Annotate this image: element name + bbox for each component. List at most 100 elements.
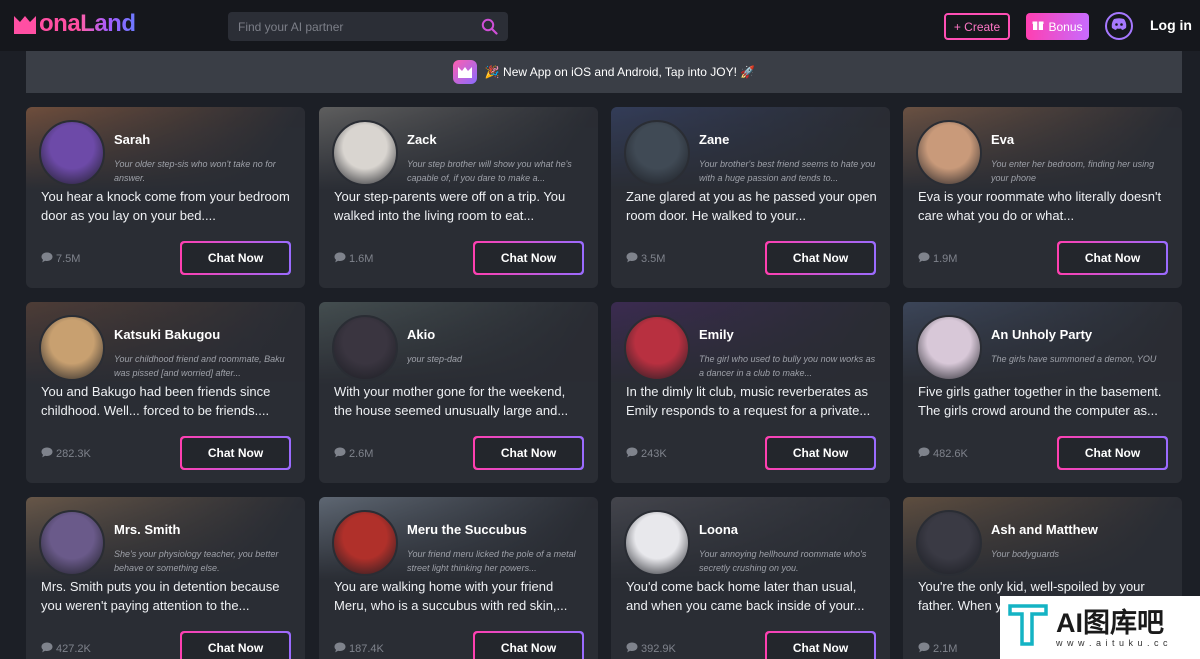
logo-cat-icon <box>12 12 38 36</box>
chat-count: 187.4K <box>334 642 384 656</box>
character-tagline: Your annoying hellhound roommate who's s… <box>699 549 867 573</box>
chat-bubble-icon <box>41 252 53 266</box>
character-card[interactable]: Emily The girl who used to bully you now… <box>611 302 890 483</box>
character-avatar[interactable] <box>916 315 982 381</box>
character-avatar[interactable] <box>39 315 105 381</box>
chat-now-button[interactable]: Chat Now <box>180 631 291 659</box>
chat-now-label: Chat Now <box>1059 438 1166 468</box>
search-input[interactable] <box>228 19 468 34</box>
chat-now-button[interactable]: Chat Now <box>1057 241 1168 275</box>
bonus-button[interactable]: Bonus <box>1026 13 1089 40</box>
character-description: Eva is your roommate who literally doesn… <box>918 189 1162 223</box>
character-name[interactable]: Ash and Matthew <box>991 522 1098 537</box>
character-description: Mrs. Smith puts you in detention because… <box>41 579 280 613</box>
chat-now-button[interactable]: Chat Now <box>765 436 876 470</box>
create-button[interactable]: + Create <box>944 13 1010 40</box>
character-card[interactable]: Meru the Succubus Your friend meru licke… <box>319 497 598 659</box>
character-avatar[interactable] <box>916 120 982 186</box>
chat-count: 392.9K <box>626 642 676 656</box>
chat-count-value: 482.6K <box>933 448 968 460</box>
character-card[interactable]: An Unholy Party The girls have summoned … <box>903 302 1182 483</box>
character-tagline: your step-dad <box>407 354 463 364</box>
character-description: You'd come back home later than usual, a… <box>626 579 865 613</box>
character-name[interactable]: Meru the Succubus <box>407 522 527 537</box>
chat-now-button[interactable]: Chat Now <box>765 631 876 659</box>
character-description: Your step-parents were off on a trip. Yo… <box>334 189 566 223</box>
bonus-label: Bonus <box>1048 19 1083 34</box>
character-name[interactable]: Emily <box>699 327 734 342</box>
character-card[interactable]: Sarah Your older step-sis who won't take… <box>26 107 305 288</box>
character-card[interactable]: Zane Your brother's best friend seems to… <box>611 107 890 288</box>
chat-bubble-icon <box>41 447 53 461</box>
chat-bubble-icon <box>626 252 638 266</box>
chat-bubble-icon <box>334 252 346 266</box>
character-card[interactable]: Akio your step-dad With your mother gone… <box>319 302 598 483</box>
character-tagline: She's your physiology teacher, you bette… <box>114 549 279 573</box>
top-bar: onaLand + Create Bonus Log in <box>0 0 1200 51</box>
app-promo-banner[interactable]: 🎉 New App on iOS and Android, Tap into J… <box>26 51 1182 93</box>
character-avatar[interactable] <box>624 120 690 186</box>
character-card[interactable]: Eva You enter her bedroom, finding her u… <box>903 107 1182 288</box>
chat-now-label: Chat Now <box>1059 243 1166 273</box>
character-tagline: Your friend meru licked the pole of a me… <box>407 549 576 573</box>
chat-count-value: 1.6M <box>349 253 374 265</box>
character-description: You and Bakugo had been friends since ch… <box>41 384 271 418</box>
chat-now-label: Chat Now <box>475 633 582 659</box>
character-description: Five girls gather together in the baseme… <box>918 384 1162 418</box>
discord-icon <box>1111 17 1127 35</box>
chat-now-button[interactable]: Chat Now <box>180 241 291 275</box>
watermark-logo-icon <box>1008 602 1048 653</box>
character-avatar[interactable] <box>916 510 982 576</box>
character-name[interactable]: Loona <box>699 522 738 537</box>
login-link[interactable]: Log in <box>1150 17 1192 33</box>
character-card[interactable]: Loona Your annoying hellhound roommate w… <box>611 497 890 659</box>
character-name[interactable]: Eva <box>991 132 1014 147</box>
character-avatar[interactable] <box>39 120 105 186</box>
chat-count: 1.9M <box>918 252 957 266</box>
character-name[interactable]: Zane <box>699 132 729 147</box>
character-name[interactable]: Akio <box>407 327 435 342</box>
character-avatar[interactable] <box>624 315 690 381</box>
chat-now-button[interactable]: Chat Now <box>1057 436 1168 470</box>
logo-text-part: Land <box>80 10 136 37</box>
chat-now-button[interactable]: Chat Now <box>180 436 291 470</box>
character-name[interactable]: Sarah <box>114 132 150 147</box>
chat-count: 3.5M <box>626 252 665 266</box>
character-avatar[interactable] <box>332 510 398 576</box>
character-tagline: Your step brother will show you what he'… <box>407 159 572 183</box>
site-logo[interactable]: ona Land <box>12 10 136 38</box>
chat-bubble-icon <box>918 447 930 461</box>
chat-now-button[interactable]: Chat Now <box>473 631 584 659</box>
character-name[interactable]: Mrs. Smith <box>114 522 180 537</box>
character-avatar[interactable] <box>624 510 690 576</box>
chat-count-value: 282.3K <box>56 448 91 460</box>
chat-now-button[interactable]: Chat Now <box>473 241 584 275</box>
chat-now-button[interactable]: Chat Now <box>765 241 876 275</box>
character-avatar[interactable] <box>39 510 105 576</box>
banner-text: 🎉 New App on iOS and Android, Tap into J… <box>484 65 756 79</box>
character-card[interactable]: Katsuki Bakugou Your childhood friend an… <box>26 302 305 483</box>
chat-count: 243K <box>626 447 667 461</box>
character-description: In the dimly lit club, music reverberate… <box>626 384 871 418</box>
chat-count-value: 2.1M <box>933 643 958 655</box>
character-card[interactable]: Mrs. Smith She's your physiology teacher… <box>26 497 305 659</box>
chat-bubble-icon <box>918 642 930 656</box>
search-icon[interactable] <box>481 18 498 35</box>
chat-now-label: Chat Now <box>182 438 289 468</box>
chat-count-value: 187.4K <box>349 643 384 655</box>
character-name[interactable]: Katsuki Bakugou <box>114 327 220 342</box>
chat-now-button[interactable]: Chat Now <box>473 436 584 470</box>
character-card[interactable]: Zack Your step brother will show you wha… <box>319 107 598 288</box>
discord-button[interactable] <box>1105 12 1133 40</box>
character-name[interactable]: An Unholy Party <box>991 327 1092 342</box>
chat-bubble-icon <box>41 642 53 656</box>
chat-count-value: 243K <box>641 448 667 460</box>
character-description: You are walking home with your friend Me… <box>334 579 568 613</box>
chat-count: 2.6M <box>334 447 373 461</box>
character-avatar[interactable] <box>332 315 398 381</box>
character-avatar[interactable] <box>332 120 398 186</box>
chat-count: 427.2K <box>41 642 91 656</box>
character-name[interactable]: Zack <box>407 132 437 147</box>
character-description: You hear a knock come from your bedroom … <box>41 189 290 223</box>
watermark-url: w w w . a i t u k u . c c <box>1056 637 1169 648</box>
